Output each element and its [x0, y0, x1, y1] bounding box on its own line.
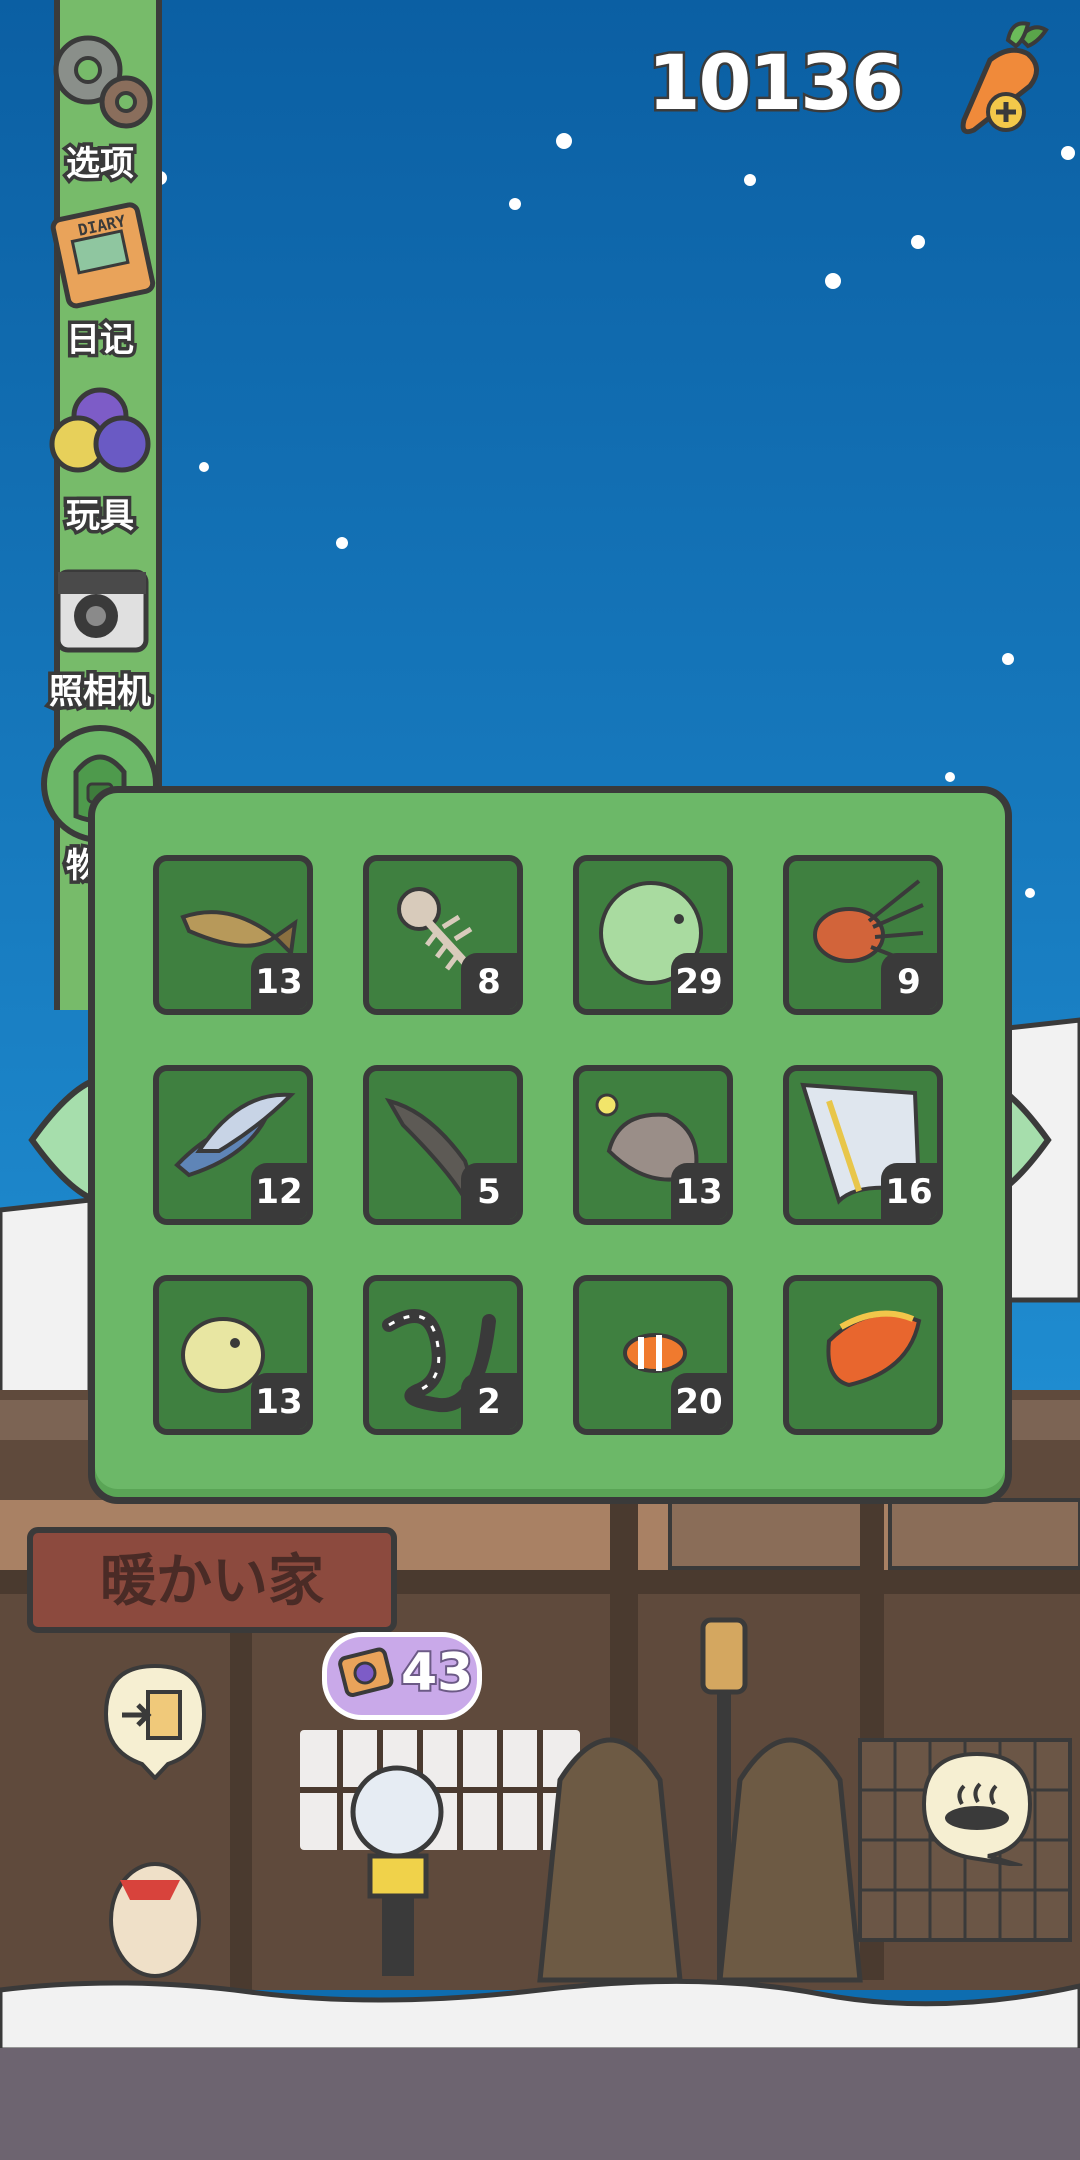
carrot-plus-icon[interactable]	[950, 20, 1060, 140]
sidebar-item-label: 日记	[63, 317, 138, 364]
gacha-ticket-badge[interactable]: 43	[322, 1632, 482, 1720]
sidebar-item-toys[interactable]: 玩具	[20, 372, 180, 540]
item-count: 5	[461, 1163, 517, 1219]
exit-button[interactable]	[100, 1660, 210, 1780]
yellow-pufferfish-item[interactable]: 13	[153, 1275, 313, 1435]
arowana-item[interactable]	[783, 1275, 943, 1435]
flying-fish-item[interactable]: 12	[153, 1065, 313, 1225]
inventory-panel: 13 8 29 9 12 5 13 16 13 2 20	[88, 786, 1012, 1504]
item-count: 13	[251, 953, 307, 1009]
item-count: 13	[251, 1373, 307, 1429]
item-count: 12	[251, 1163, 307, 1219]
fish-bone-item[interactable]: 8	[363, 855, 523, 1015]
eel-item[interactable]: 2	[363, 1275, 523, 1435]
sidebar-item-label: 照相机	[46, 669, 155, 716]
item-count: 9	[881, 953, 937, 1009]
catfish-item[interactable]: 5	[363, 1065, 523, 1225]
item-count: 13	[671, 1163, 727, 1219]
diary-icon: DIARY	[50, 202, 156, 309]
sidebar-item-label: 选项	[63, 141, 138, 188]
item-count: 2	[461, 1373, 517, 1429]
green-pufferfish-item[interactable]: 29	[573, 855, 733, 1015]
angelfish-item[interactable]: 16	[783, 1065, 943, 1225]
ball-toy-icon	[49, 387, 151, 473]
item-count: 20	[671, 1373, 727, 1429]
sidebar-item-options[interactable]: 选项	[20, 20, 180, 188]
clownfish-item[interactable]: 20	[573, 1275, 733, 1435]
item-count: 29	[671, 953, 727, 1009]
gears-icon	[53, 35, 153, 129]
hot-spring-icon[interactable]	[918, 1748, 1036, 1866]
sidebar-item-diary[interactable]: DIARY 日记	[20, 196, 180, 364]
fish-item-1[interactable]: 13	[153, 855, 313, 1015]
sidebar-item-label: 玩具	[63, 493, 138, 540]
lionfish-item[interactable]: 9	[783, 855, 943, 1015]
item-count: 8	[461, 953, 517, 1009]
ticket-count: 43	[399, 1641, 475, 1705]
inventory-grid: 13 8 29 9 12 5 13 16 13 2 20	[153, 855, 943, 1435]
camera-icon	[55, 569, 149, 653]
sidebar-item-camera[interactable]: 照相机	[20, 548, 180, 716]
shop-sign-text: 暖かい家	[100, 1548, 324, 1614]
carrot-currency-amount: 10136	[645, 36, 906, 130]
anglerfish-item[interactable]: 13	[573, 1065, 733, 1225]
arowana-icon	[826, 1310, 922, 1388]
ticket-icon	[338, 1647, 394, 1697]
item-count: 16	[881, 1163, 937, 1219]
